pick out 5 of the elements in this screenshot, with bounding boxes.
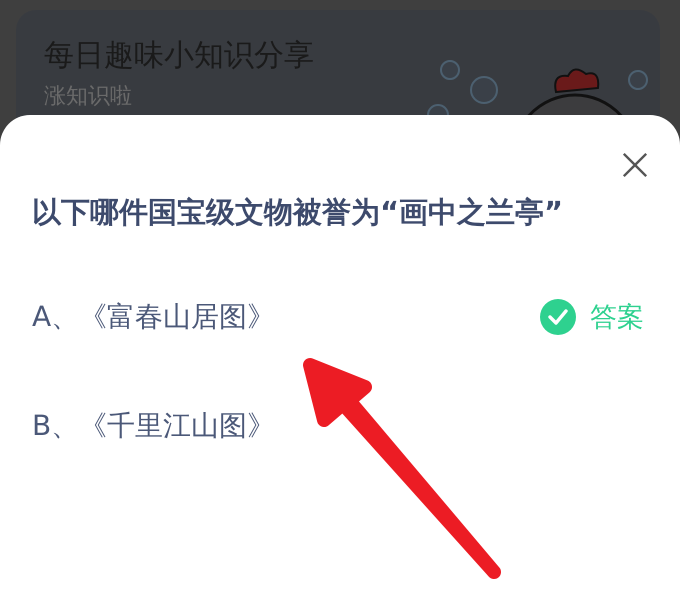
option-text[interactable]: B、《千里江山图》 [32, 407, 276, 445]
question-text: 以下哪件国宝级文物被誉为“画中之兰亭” [32, 194, 564, 231]
close-icon[interactable] [621, 151, 649, 179]
option-text[interactable]: A、《富春山居图》 [32, 298, 276, 336]
answer-label: 答案 [590, 301, 644, 335]
